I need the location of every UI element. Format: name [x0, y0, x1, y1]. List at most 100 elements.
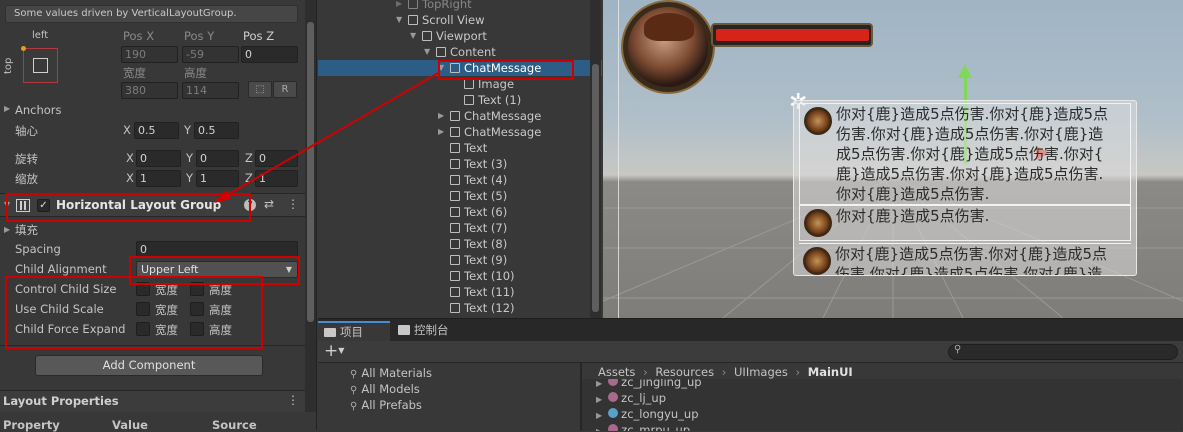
hierarchy-item[interactable]: ▶ TopRight: [318, 0, 602, 12]
hp-bar-fill: [716, 29, 869, 41]
anchor-preset-button[interactable]: [21, 46, 58, 83]
layout-properties-header[interactable]: Layout Properties ⋮: [0, 390, 305, 412]
breadcrumb-item[interactable]: Resources: [655, 365, 714, 379]
expand-width-label: 宽度: [155, 323, 178, 337]
expand-height-label: 高度: [209, 323, 232, 337]
inspector-scrollbar[interactable]: [305, 0, 316, 412]
chat-message[interactable]: 你对{鹿}造成5点伤害.你对{鹿}造成5点 伤害.你对{鹿}造成5点伤害.你对{…: [799, 103, 1131, 205]
hierarchy-scrollbar[interactable]: [590, 0, 601, 318]
hierarchy-item[interactable]: Text (6): [318, 204, 602, 220]
breadcrumb-item[interactable]: MainUI: [808, 365, 853, 379]
rot-x-field[interactable]: 0: [136, 150, 181, 167]
anchors-label[interactable]: Anchors: [15, 103, 62, 117]
control-width-checkbox[interactable]: [136, 282, 150, 296]
hierarchy-item[interactable]: ▼ Content: [318, 44, 602, 60]
hierarchy-item-label: ChatMessage: [464, 61, 542, 75]
favorite-item[interactable]: ⚲ All Models: [350, 382, 420, 396]
child-alignment-dropdown[interactable]: Upper Left ▼: [136, 261, 298, 278]
hierarchy-item[interactable]: ▶ ChatMessage: [318, 124, 602, 140]
rot-z-label: Z: [245, 151, 253, 165]
scale-width-checkbox[interactable]: [136, 302, 150, 316]
chat-message[interactable]: 你对{鹿}造成5点伤害.你对{鹿}造成5点 伤害.你对{鹿}造成5点伤害.你对{…: [799, 243, 1131, 275]
expand-right-icon[interactable]: ▶: [438, 108, 448, 124]
hierarchy-item[interactable]: Text (10): [318, 268, 602, 284]
asset-item[interactable]: ▶ zc_lj_up: [596, 391, 666, 405]
scale-y-field[interactable]: 1: [196, 170, 239, 187]
context-menu-icon[interactable]: ⋮: [287, 197, 299, 211]
favorite-item[interactable]: ⚲ All Prefabs: [350, 398, 422, 412]
hierarchy-item[interactable]: ▶ ChatMessage: [318, 108, 602, 124]
expand-down-icon[interactable]: ▼: [438, 60, 448, 76]
inspector-scrollbar-thumb[interactable]: [307, 22, 314, 322]
project-search-input[interactable]: ⚲: [948, 344, 1178, 360]
pivot-y-field[interactable]: 0.5: [194, 122, 239, 139]
hierarchy-item[interactable]: Text (8): [318, 236, 602, 252]
height-label: 高度: [184, 66, 207, 80]
asset-item[interactable]: ▶ zc_longyu_up: [596, 407, 699, 421]
project-toolbar: +▼ ⚲: [318, 341, 1183, 363]
anchor-top-label: top: [3, 57, 14, 74]
chat-message[interactable]: 你对{鹿}造成5点伤害.: [799, 205, 1131, 241]
chat-text-line: 你对{鹿}造成5点伤害.你对{鹿}造成5点: [835, 245, 1108, 263]
hierarchy-item[interactable]: Text (11): [318, 284, 602, 300]
anchors-foldout-arrow[interactable]: ▶: [4, 104, 10, 113]
blueprint-mode-button[interactable]: ⬚: [248, 81, 272, 98]
expand-right-icon[interactable]: ▶: [396, 0, 406, 12]
padding-label[interactable]: 填充: [15, 222, 38, 238]
scale-z-label: Z: [245, 171, 253, 185]
scale-z-field[interactable]: 1: [255, 170, 298, 187]
hierarchy-item[interactable]: Image: [318, 76, 602, 92]
scale-x-field[interactable]: 1: [136, 170, 181, 187]
favorite-item[interactable]: ⚲ All Materials: [350, 366, 432, 380]
expand-down-icon[interactable]: ▼: [424, 44, 434, 60]
expand-down-icon[interactable]: ▼: [410, 28, 420, 44]
hierarchy-item[interactable]: Text (12): [318, 300, 602, 316]
raw-edit-button[interactable]: R: [273, 81, 297, 98]
hierarchy-scrollbar-thumb[interactable]: [592, 64, 599, 312]
layout-properties-menu-icon[interactable]: ⋮: [287, 393, 299, 407]
preset-icon[interactable]: ⇄: [264, 197, 274, 211]
hierarchy-item[interactable]: Text (7): [318, 220, 602, 236]
rot-z-field[interactable]: 0: [255, 150, 298, 167]
pivot-x-field[interactable]: 0.5: [134, 122, 179, 139]
dropdown-arrow-icon: ▼: [285, 265, 292, 274]
rot-y-field[interactable]: 0: [196, 150, 239, 167]
tab-project[interactable]: 项目: [318, 321, 390, 341]
hierarchy-item[interactable]: ▼ Viewport: [318, 28, 602, 44]
breadcrumb-item[interactable]: Assets: [598, 365, 635, 379]
gameobject-cube-icon: [464, 79, 474, 89]
expand-down-icon[interactable]: ▼: [396, 12, 406, 28]
create-add-button[interactable]: +▼: [324, 341, 344, 361]
control-height-checkbox[interactable]: [190, 282, 204, 296]
hierarchy-item[interactable]: Text (5): [318, 188, 602, 204]
canvas-bounds: [618, 0, 619, 318]
breadcrumb-item[interactable]: UIImages: [734, 365, 788, 379]
asset-item[interactable]: ▶ zc_jingling_up: [596, 379, 702, 389]
hierarchy-item[interactable]: Text (4): [318, 172, 602, 188]
add-component-button[interactable]: Add Component: [35, 355, 263, 376]
hierarchy-item[interactable]: Text (9): [318, 252, 602, 268]
scale-height-checkbox[interactable]: [190, 302, 204, 316]
hierarchy-item[interactable]: Text (1): [318, 92, 602, 108]
posz-field[interactable]: 0: [241, 46, 298, 63]
hierarchy-item[interactable]: Text (3): [318, 156, 602, 172]
component-foldout-arrow[interactable]: ▼: [4, 200, 10, 209]
hierarchy-item-label: Text (8): [464, 237, 508, 251]
gameobject-cube-icon: [450, 255, 460, 265]
breadcrumb: Assets › Resources › UIImages › MainUI: [598, 365, 853, 379]
component-header[interactable]: ▼ ✓ Horizontal Layout Group ? ⇄ ⋮: [0, 193, 305, 217]
scene-view[interactable]: ✲ 你对{鹿}造成5点伤害.你对{鹿}造成5点 伤害.你对{鹿}造成5点伤害.你…: [603, 0, 1183, 318]
expand-width-checkbox[interactable]: [136, 322, 150, 336]
project-tabbar: 项目 控制台: [318, 319, 1183, 341]
hierarchy-item[interactable]: ▼ Scroll View: [318, 12, 602, 28]
spacing-field[interactable]: 0: [136, 241, 298, 258]
help-icon[interactable]: ?: [244, 199, 256, 211]
component-enabled-checkbox[interactable]: ✓: [37, 199, 50, 212]
expand-right-icon[interactable]: ▶: [438, 124, 448, 140]
move-gizmo-y-arrow-icon[interactable]: [958, 64, 972, 78]
padding-foldout-arrow[interactable]: ▶: [4, 225, 10, 234]
hierarchy-item[interactable]: ▼ ChatMessage: [318, 60, 602, 76]
tab-console[interactable]: 控制台: [390, 321, 468, 341]
hierarchy-item[interactable]: Text: [318, 140, 602, 156]
expand-height-checkbox[interactable]: [190, 322, 204, 336]
